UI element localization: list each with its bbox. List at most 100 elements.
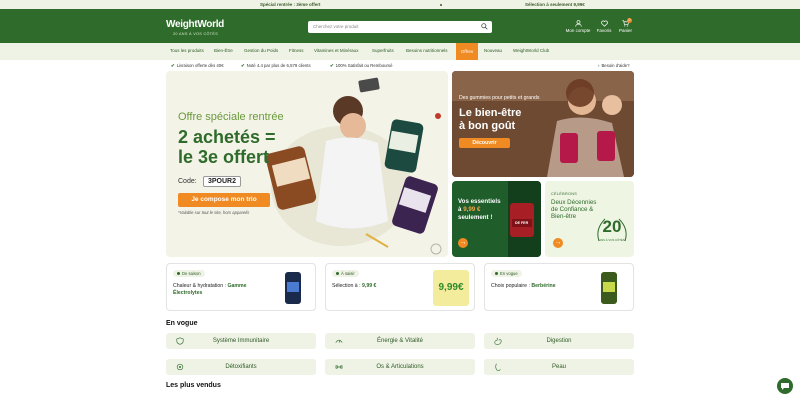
promo-card-popular[interactable]: En vogue Choix populaire : Berbérine bbox=[484, 263, 634, 311]
gummies-title-line2: à bon goût bbox=[459, 120, 516, 132]
category-skin[interactable]: Peau bbox=[484, 359, 634, 375]
hero-title-line1: 2 achetés = bbox=[178, 127, 276, 147]
nav-item-all-products[interactable]: Tous les produits bbox=[170, 48, 204, 53]
essentials-text: Vos essentiels à 9,99 € seulement ! bbox=[458, 198, 501, 222]
account-label: Mon compte bbox=[565, 28, 591, 33]
nav-item-club[interactable]: WeightWorld Club bbox=[513, 48, 549, 53]
account-button[interactable]: Mon compte bbox=[565, 20, 591, 33]
category-digestion[interactable]: Digestion bbox=[484, 333, 634, 349]
stomach-icon bbox=[494, 337, 502, 345]
heart-icon bbox=[600, 20, 608, 27]
arrow-right-icon[interactable]: → bbox=[458, 238, 468, 248]
announcement-right[interactable]: Sélection à seulement 9,99€ bbox=[525, 2, 585, 7]
check-icon: ✔ bbox=[171, 63, 175, 68]
gummies-title-line1: Le bien-être bbox=[459, 107, 522, 119]
promo-card-seasonal[interactable]: De saison Chaleur & hydratation : Gamme … bbox=[166, 263, 316, 311]
badge-number: 20 bbox=[602, 217, 622, 236]
anniversary-line1: Deux Décennies bbox=[551, 199, 597, 206]
discover-button[interactable]: Découvrir bbox=[459, 138, 510, 148]
category-label: Système Immunitaire bbox=[212, 338, 270, 344]
anniversary-line3: Bien-être bbox=[551, 213, 577, 220]
gummies-title: Le bien-être à bon goût bbox=[459, 107, 521, 133]
tag-dot bbox=[177, 272, 180, 275]
promo-text: Choix populaire : Berbérine bbox=[491, 283, 556, 289]
arrow-right-icon[interactable]: → bbox=[553, 238, 563, 248]
search-placeholder: Cherchez votre produit bbox=[313, 24, 359, 29]
category-bones[interactable]: Os & Articulations bbox=[325, 359, 475, 375]
promo-text: Chaleur & hydratation : Gamme Électrolyt… bbox=[173, 283, 247, 296]
favorites-button[interactable]: Favoris bbox=[596, 20, 612, 33]
chevron-right-icon: › bbox=[598, 63, 600, 68]
category-immune[interactable]: Système Immunitaire bbox=[166, 333, 316, 349]
nav-item-new[interactable]: Nouveau bbox=[484, 48, 502, 53]
anniversary-title: Deux Décennies de Confiance & Bien-être bbox=[551, 199, 596, 220]
announcement-bar: Spécial rentrée : 3ème offert Sélection … bbox=[0, 0, 800, 9]
shield-icon bbox=[176, 337, 184, 345]
essentials-banner[interactable]: DE FER Vos essentiels à 9,99 € seulement… bbox=[452, 181, 541, 257]
category-label: Peau bbox=[551, 364, 566, 370]
hero-banner[interactable]: Offre spéciale rentrée 2 achetés = le 3e… bbox=[166, 71, 448, 257]
tag-dot bbox=[336, 272, 339, 275]
search-icon[interactable] bbox=[481, 23, 488, 30]
hero-disclaimer: *Valable sur tout le site, hors appareil… bbox=[178, 210, 250, 215]
essentials-line3: seulement ! bbox=[458, 214, 493, 221]
announcement-left[interactable]: Spécial rentrée : 3ème offert bbox=[260, 2, 321, 7]
promo-tag: En vogue bbox=[491, 270, 522, 277]
twenty-years-badge: 20 ANS À VOS CÔTÉS bbox=[593, 211, 631, 249]
promo-card-deal[interactable]: À saisir Sélection à : 9,99 € 9,99€ bbox=[325, 263, 475, 311]
main-navigation: Tous les produits Bien-Être Gestion du P… bbox=[0, 43, 800, 60]
usp-rating: ✔ Noté 4.4 par plus de 6,579 clients bbox=[241, 63, 311, 68]
nav-item-nutrition[interactable]: Besoins nutritionnels bbox=[406, 48, 448, 53]
logo-tagline: 20 ANS À VOS CÔTÉS bbox=[173, 32, 219, 36]
trending-heading: En vogue bbox=[166, 320, 198, 327]
gummies-subtitle: Des gummies pour petits et grands bbox=[459, 95, 540, 101]
category-label: Os & Articulations bbox=[376, 364, 424, 370]
promo-code-label: Code: bbox=[178, 178, 197, 185]
anniversary-kicker: CÉLÉBRONS bbox=[551, 192, 578, 196]
price-sticker-image: 9,99€ bbox=[433, 270, 469, 306]
separator-dot bbox=[440, 3, 442, 6]
site-logo[interactable]: WeightWorld bbox=[166, 19, 224, 30]
nav-item-fitness[interactable]: Fitness bbox=[289, 48, 304, 53]
usp-delivery: ✔ Livraison offerte dès 40€ bbox=[171, 63, 224, 68]
favorites-label: Favoris bbox=[596, 28, 612, 33]
bone-icon bbox=[335, 365, 343, 369]
tag-dot bbox=[495, 272, 498, 275]
search-input[interactable]: Cherchez votre produit bbox=[308, 21, 492, 33]
nav-item-wellbeing[interactable]: Bien-Être bbox=[214, 48, 233, 53]
energy-icon bbox=[335, 339, 343, 343]
compose-trio-button[interactable]: Je compose mon trio bbox=[178, 193, 270, 207]
chat-icon bbox=[781, 383, 789, 390]
nav-item-vitamins[interactable]: Vitamines et Minéraux bbox=[314, 48, 358, 53]
badge-subtitle: ANS À VOS CÔTÉS bbox=[599, 238, 625, 242]
category-energy[interactable]: Énergie & Vitalité bbox=[325, 333, 475, 349]
detox-icon bbox=[176, 363, 184, 371]
nav-item-weight[interactable]: Gestion du Poids bbox=[244, 48, 278, 53]
category-label: Énergie & Vitalité bbox=[377, 338, 423, 344]
cart-button[interactable]: 0 Panier bbox=[618, 18, 633, 33]
chat-button[interactable] bbox=[777, 378, 793, 394]
usp-guarantee: ✔ 100% Satisfait ou Remboursé bbox=[330, 63, 393, 68]
promo-tag: À saisir bbox=[332, 270, 359, 277]
hero-title: 2 achetés = le 3e offert bbox=[178, 127, 276, 167]
check-icon: ✔ bbox=[330, 63, 334, 68]
essentials-line1: Vos essentiels bbox=[458, 198, 501, 205]
anniversary-banner[interactable]: CÉLÉBRONS Deux Décennies de Confiance & … bbox=[545, 181, 634, 257]
essentials-line2: à 9,99 € bbox=[458, 206, 501, 214]
bestsellers-heading: Les plus vendus bbox=[166, 382, 221, 389]
category-detox[interactable]: Détoxifiants bbox=[166, 359, 316, 375]
category-label: Digestion bbox=[546, 338, 572, 344]
nav-item-offers[interactable]: Offres bbox=[456, 43, 478, 60]
user-icon bbox=[574, 20, 582, 27]
cart-count-badge: 0 bbox=[627, 18, 632, 23]
hero-kicker: Offre spéciale rentrée bbox=[178, 111, 284, 123]
promo-text: Sélection à : 9,99 € bbox=[332, 283, 377, 289]
promo-tag: De saison bbox=[173, 270, 205, 277]
promo-code[interactable]: 3POUR2 bbox=[203, 176, 242, 187]
face-icon bbox=[495, 363, 501, 371]
iron-label: DE FER bbox=[515, 221, 529, 225]
gummies-banner[interactable]: Des gummies pour petits et grands Le bie… bbox=[452, 71, 634, 177]
nav-item-superfruits[interactable]: Superfruits bbox=[372, 48, 394, 53]
site-header: WeightWorld 20 ANS À VOS CÔTÉS Cherchez … bbox=[0, 9, 800, 43]
help-link[interactable]: › Besoin d'aide? bbox=[598, 63, 630, 68]
